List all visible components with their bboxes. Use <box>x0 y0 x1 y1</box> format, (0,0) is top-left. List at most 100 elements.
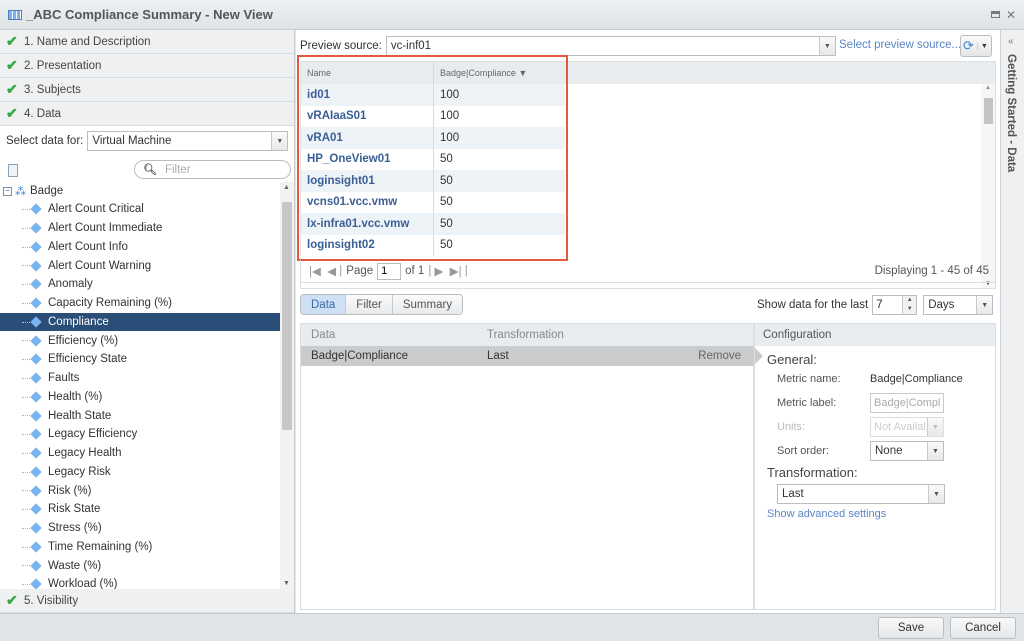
metric-icon <box>30 466 42 478</box>
metric-icon <box>30 484 42 497</box>
tree-item[interactable]: Workload (%) <box>0 575 280 589</box>
configuration-header: Configuration <box>755 324 995 346</box>
first-page-icon[interactable]: |◀ <box>309 264 321 278</box>
dialog-footer: Save Cancel <box>0 613 1024 641</box>
select-preview-source-link[interactable]: Select preview source... <box>839 39 961 51</box>
chevron-down-icon[interactable]: ▼ <box>928 485 944 503</box>
remove-button[interactable]: Remove <box>698 350 741 362</box>
tab-filter[interactable]: Filter <box>346 295 393 314</box>
step-visibility[interactable]: ✔ 5. Visibility <box>0 589 294 613</box>
cancel-button[interactable]: Cancel <box>950 617 1016 639</box>
last-page-icon[interactable]: ▶| <box>450 264 462 278</box>
tree-item[interactable]: Risk State <box>0 500 280 519</box>
tree-item[interactable]: Faults <box>0 369 280 388</box>
tree-item[interactable]: Stress (%) <box>0 519 280 538</box>
stepper-arrows-icon[interactable]: ▲ ▼ <box>902 296 917 314</box>
getting-started-panel[interactable]: « Getting Started - Data <box>1000 30 1024 613</box>
group-icon: ⁂ <box>15 185 26 198</box>
refresh-button[interactable]: ⟳ ▼ <box>960 35 992 57</box>
window-titlebar: _ABC Compliance Summary - New View ✕ <box>0 0 1024 30</box>
tree-item[interactable]: Health State <box>0 406 280 425</box>
select-data-label: Select data for: <box>6 135 84 147</box>
transformation-dropdown[interactable]: Last ▼ <box>777 484 945 504</box>
step-presentation[interactable]: ✔ 2. Presentation <box>0 54 294 78</box>
time-unit-dropdown[interactable]: Days ▼ <box>923 295 994 315</box>
expand-panel-icon[interactable]: « <box>1008 36 1014 47</box>
chevron-down-icon[interactable]: ▼ <box>818 37 835 55</box>
tree-item[interactable]: Alert Count Critical <box>0 200 280 219</box>
tree-item[interactable]: Legacy Efficiency <box>0 425 280 444</box>
sort-order-dropdown[interactable]: None ▼ <box>870 441 944 461</box>
tree-item[interactable]: Alert Count Info <box>0 238 280 257</box>
general-heading: General: <box>767 352 817 367</box>
check-icon: ✔ <box>6 81 18 97</box>
tree-item[interactable]: Health (%) <box>0 388 280 407</box>
chevron-down-icon[interactable]: ▼ <box>927 442 943 460</box>
getting-started-label: Getting Started - Data <box>1005 54 1017 173</box>
chevron-down-icon[interactable]: ▼ <box>271 132 288 150</box>
table-icon <box>8 9 22 20</box>
data-metrics-table: Data Transformation Badge|Compliance Las… <box>300 323 763 610</box>
search-icon: 🔍︎ <box>143 164 157 176</box>
metric-icon <box>30 578 42 589</box>
metric-icon <box>30 559 42 572</box>
check-icon: ✔ <box>6 592 18 608</box>
prev-page-icon[interactable]: ◀ <box>327 264 336 278</box>
tree-root-badge[interactable]: − ⁂ Badge <box>0 182 280 200</box>
data-tabs: Data Filter Summary <box>300 294 464 315</box>
preview-source-dropdown[interactable]: vc-inf01 ▼ <box>385 36 836 56</box>
metric-icon <box>30 259 42 272</box>
tree-item[interactable]: Alert Count Warning <box>0 256 280 275</box>
document-icon[interactable] <box>8 163 18 177</box>
filter-input[interactable]: 🔍︎ Filter <box>134 160 291 179</box>
save-button[interactable]: Save <box>878 617 944 639</box>
tree-item[interactable]: Alert Count Immediate <box>0 219 280 238</box>
collapse-icon[interactable]: − <box>3 186 12 196</box>
page-input[interactable] <box>377 262 402 280</box>
table-row[interactable]: Badge|Compliance Last Remove <box>301 346 763 366</box>
tree-item[interactable]: Efficiency (%) <box>0 331 280 350</box>
tree-item[interactable]: Legacy Risk <box>0 463 280 482</box>
metric-icon <box>30 222 42 234</box>
close-icon[interactable]: ✕ <box>1006 8 1016 22</box>
metric-icon <box>30 353 42 366</box>
chevron-down-icon[interactable]: ▼ <box>976 42 988 50</box>
metric-icon <box>30 316 42 328</box>
metric-icon <box>30 391 42 403</box>
check-icon: ✔ <box>6 57 18 73</box>
tree-item[interactable]: Anomaly <box>0 275 280 294</box>
tree-item[interactable]: Risk (%) <box>0 481 280 500</box>
metric-icon <box>30 541 42 553</box>
tree-item[interactable]: Compliance <box>0 312 280 332</box>
highlight-box <box>297 55 568 261</box>
show-advanced-settings-link[interactable]: Show advanced settings <box>755 508 995 520</box>
step-data[interactable]: ✔ 4. Data <box>0 102 294 126</box>
tree-item[interactable]: Time Remaining (%) <box>0 538 280 557</box>
tree-item[interactable]: Waste (%) <box>0 556 280 575</box>
metric-icon <box>30 428 42 441</box>
restore-icon[interactable] <box>990 11 1000 18</box>
column-header-transformation: Transformation <box>487 329 564 341</box>
next-page-icon[interactable]: ▶ <box>435 264 444 278</box>
grid-scrollbar[interactable]: ▲ ▼ <box>981 84 995 288</box>
tab-data[interactable]: Data <box>301 295 347 314</box>
preview-source-label: Preview source: <box>300 40 382 52</box>
step-name-description[interactable]: ✔ 1. Name and Description <box>0 30 294 54</box>
chevron-down-icon[interactable]: ▼ <box>976 296 993 314</box>
metric-icon <box>30 503 42 516</box>
step-subjects[interactable]: ✔ 3. Subjects <box>0 78 294 102</box>
metric-icon <box>30 241 42 253</box>
displaying-count: Displaying 1 - 45 of 45 <box>874 265 989 277</box>
metric-name-value: Badge|Compliance <box>870 373 963 385</box>
pager: |◀ ◀ | Page of 1| ▶ ▶| | Displaying 1 - … <box>300 260 996 283</box>
metric-icon <box>30 278 42 291</box>
select-data-dropdown[interactable]: Virtual Machine ▼ <box>87 131 289 151</box>
tree-item[interactable]: Legacy Health <box>0 444 280 463</box>
days-stepper[interactable]: 7 ▲ ▼ <box>872 295 918 315</box>
tree-item[interactable]: Efficiency State <box>0 350 280 369</box>
tree-scrollbar[interactable]: ▲ ▼ <box>280 182 294 589</box>
tree-item[interactable]: Capacity Remaining (%) <box>0 294 280 313</box>
metric-icon <box>30 372 42 384</box>
tab-summary[interactable]: Summary <box>392 295 463 314</box>
metric-label-input[interactable]: Badge|Compl <box>870 393 944 413</box>
